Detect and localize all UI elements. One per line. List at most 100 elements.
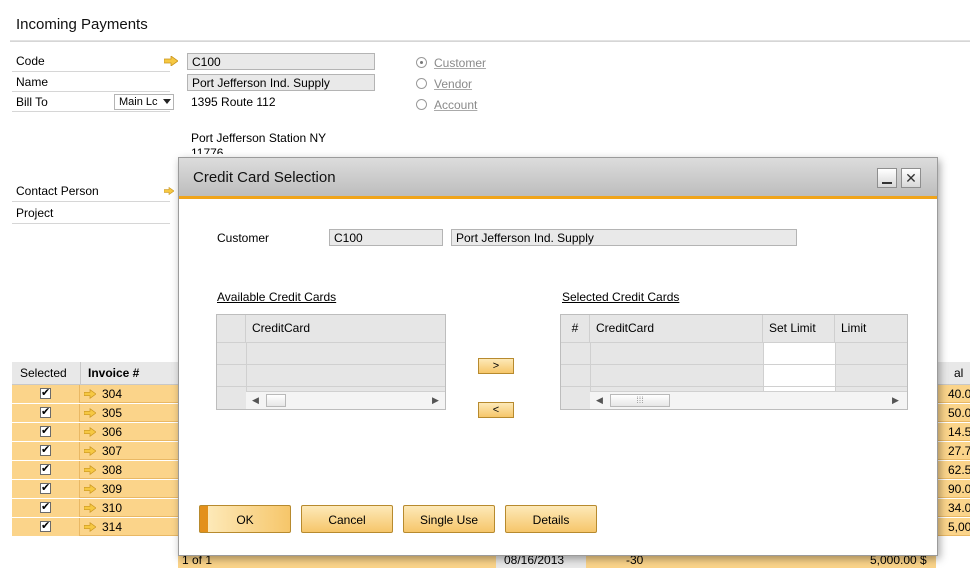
link-arrow-icon[interactable]	[84, 484, 96, 494]
selected-col-creditcard[interactable]: CreditCard	[590, 315, 763, 342]
table-row[interactable]: ✔ 310	[12, 499, 178, 517]
horizontal-scrollbar[interactable]: ◀ ⁞⁞⁞ ▶	[590, 391, 907, 409]
row-line	[217, 342, 445, 343]
details-button[interactable]: Details	[505, 505, 597, 533]
total-cell: 40.0	[948, 387, 970, 401]
selected-col-number[interactable]: #	[561, 315, 590, 342]
invoice-number: 308	[102, 463, 123, 477]
link-arrow-icon[interactable]	[164, 56, 178, 66]
selected-col-limit[interactable]: Limit	[835, 315, 907, 342]
accent-bar	[179, 196, 937, 199]
table-row-total: 40.0	[936, 385, 970, 403]
customer-name-field: Port Jefferson Ind. Supply	[451, 229, 797, 246]
selected-cell: ✔	[12, 518, 80, 536]
grid-header-invoice: Invoice #	[88, 366, 140, 380]
invoice-number: 306	[102, 425, 123, 439]
title-separator	[10, 40, 970, 42]
column-line	[763, 342, 764, 392]
scroll-left-icon[interactable]: ◀	[596, 395, 603, 406]
table-row[interactable]: ✔ 314	[12, 518, 178, 536]
bill-to-select[interactable]: Main Lc	[114, 94, 174, 110]
radio-circle	[416, 78, 427, 89]
available-cards-table[interactable]: CreditCard ◀ ▶	[216, 314, 446, 410]
row-divider	[12, 71, 170, 72]
selected-cell: ✔	[12, 442, 80, 460]
address-line: 1395 Route 112	[191, 95, 276, 109]
selected-cell: ✔	[12, 499, 80, 517]
row-checkbox[interactable]: ✔	[40, 426, 51, 437]
row-checkbox[interactable]: ✔	[40, 388, 51, 399]
name-label: Name	[16, 75, 49, 89]
bill-to-select-value: Main Lc	[119, 96, 158, 108]
scroll-thumb[interactable]	[266, 394, 286, 407]
horizontal-scrollbar[interactable]: ◀ ▶	[246, 391, 445, 409]
link-arrow-icon[interactable]	[84, 446, 96, 456]
table-row[interactable]: ✔ 307	[12, 442, 178, 460]
link-arrow-icon[interactable]	[84, 522, 96, 532]
invoice-number: 309	[102, 482, 123, 496]
row-checkbox[interactable]: ✔	[40, 464, 51, 475]
scroll-right-icon[interactable]: ▶	[432, 395, 439, 406]
minimize-button[interactable]	[877, 168, 897, 188]
selected-col-set-limit[interactable]: Set Limit	[763, 315, 835, 342]
table-row-total: 90.0	[936, 480, 970, 498]
move-right-button[interactable]: >	[478, 358, 514, 374]
total-cell: 5,000.0	[948, 520, 970, 534]
table-row[interactable]: ✔ 306	[12, 423, 178, 441]
close-icon: ✕	[905, 170, 917, 186]
link-arrow-icon[interactable]	[84, 465, 96, 475]
row-checkbox[interactable]: ✔	[40, 407, 51, 418]
row-checkbox[interactable]: ✔	[40, 502, 51, 513]
table-row[interactable]: ✔ 308	[12, 461, 178, 479]
table-row[interactable]: ✔ 305	[12, 404, 178, 422]
code-field[interactable]: C100	[187, 53, 375, 70]
row-checkbox[interactable]: ✔	[40, 483, 51, 494]
total-cell: 90.0	[948, 482, 970, 496]
link-arrow-icon[interactable]	[84, 389, 96, 399]
vendor-radio-label: Vendor	[434, 77, 473, 91]
selected-cards-title: Selected Credit Cards	[562, 290, 680, 304]
row-checkbox[interactable]: ✔	[40, 521, 51, 532]
single-use-button[interactable]: Single Use	[403, 505, 495, 533]
invoice-number: 307	[102, 444, 123, 458]
customer-label: Customer	[217, 231, 270, 245]
table-row[interactable]: ✔ 309	[12, 480, 178, 498]
chevron-down-icon	[163, 99, 171, 104]
scroll-right-icon[interactable]: ▶	[892, 395, 899, 406]
row-header-column	[217, 315, 246, 342]
link-arrow-icon[interactable]	[84, 427, 96, 437]
grid-header-total: al	[954, 366, 964, 380]
name-field[interactable]: Port Jefferson Ind. Supply	[187, 74, 375, 91]
set-limit-cells[interactable]	[763, 343, 835, 391]
selected-cell: ✔	[12, 423, 80, 441]
row-divider	[12, 111, 170, 112]
dialog-titlebar: Credit Card Selection ✕	[179, 158, 937, 196]
cancel-button[interactable]: Cancel	[301, 505, 393, 533]
project-label: Project	[16, 206, 54, 220]
total-cell: 27.7	[948, 444, 970, 458]
selected-cell: ✔	[12, 404, 80, 422]
available-col-creditcard[interactable]: CreditCard	[246, 315, 445, 342]
ok-button[interactable]: OK	[199, 505, 291, 533]
grid-header: Selected Invoice #	[12, 362, 178, 385]
scroll-left-icon[interactable]: ◀	[252, 395, 259, 406]
radio-dot	[420, 61, 423, 64]
grid-header-right: al	[936, 362, 970, 385]
link-arrow-icon[interactable]	[84, 503, 96, 513]
row-checkbox[interactable]: ✔	[40, 445, 51, 456]
bill-to-address[interactable]: 1395 Route 112 Port Jefferson Station NY…	[187, 93, 375, 157]
total-cell: 34.0	[948, 501, 970, 515]
contact-person-label: Contact Person	[16, 184, 99, 198]
invoice-number: 310	[102, 501, 123, 515]
selected-cell: ✔	[12, 461, 80, 479]
scroll-thumb[interactable]: ⁞⁞⁞	[610, 394, 670, 407]
column-line	[835, 342, 836, 392]
table-row-total: 50.0	[936, 404, 970, 422]
link-arrow-icon[interactable]	[164, 186, 174, 196]
move-left-button[interactable]: <	[478, 402, 514, 418]
close-button[interactable]: ✕	[901, 168, 921, 188]
selected-cards-table[interactable]: # CreditCard Set Limit Limit ◀ ⁞⁞⁞ ▶	[560, 314, 908, 410]
table-row[interactable]: ✔ 304	[12, 385, 178, 403]
customer-code-field: C100	[329, 229, 443, 246]
link-arrow-icon[interactable]	[84, 408, 96, 418]
